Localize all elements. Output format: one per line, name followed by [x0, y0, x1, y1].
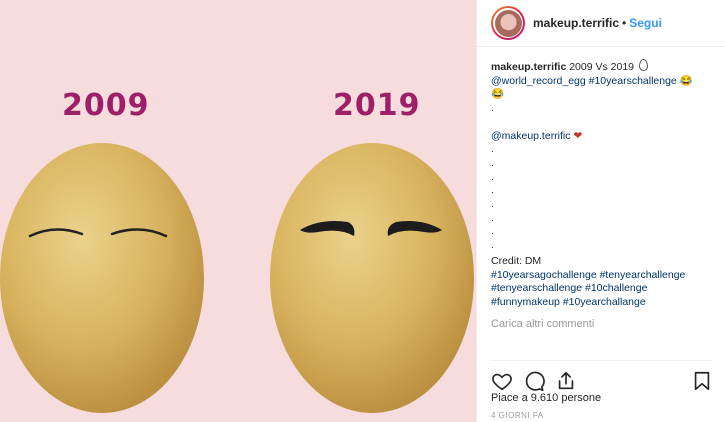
bookmark-icon[interactable]	[691, 370, 713, 392]
year-label-right: 2019	[333, 88, 421, 123]
follow-button[interactable]: Segui	[629, 16, 662, 30]
year-label-left: 2009	[62, 88, 150, 123]
dot-line: .	[491, 198, 494, 211]
post-sidebar: makeup.terrific • Segui makeup.terrific …	[476, 0, 725, 422]
avatar-photo	[494, 9, 522, 37]
dot-line: .	[491, 239, 494, 252]
dot-line: .	[491, 156, 494, 169]
caption-username[interactable]: makeup.terrific	[491, 61, 566, 73]
hashtags-line-1[interactable]: #10yearsagochallenge #tenyearchallenge	[491, 269, 685, 281]
dot-line: .	[491, 184, 494, 197]
post-image[interactable]: 2009 2019	[0, 0, 476, 422]
share-icon[interactable]	[555, 370, 577, 392]
mention-link[interactable]: @makeup.terrific	[491, 130, 571, 142]
dot-line: .	[491, 225, 494, 238]
dot-line: .	[491, 143, 494, 156]
laugh-emoji-icon: 😂	[679, 74, 693, 87]
heart-icon: ❤	[573, 129, 583, 142]
comment-icon[interactable]	[523, 370, 545, 392]
hashtags-line-2[interactable]: #tenyearschallenge #10challenge	[491, 282, 647, 294]
action-bar	[491, 360, 713, 396]
post-header: makeup.terrific • Segui	[477, 0, 725, 47]
separator-dot: •	[622, 16, 627, 30]
credit-text: Credit: DM	[491, 254, 542, 267]
load-more-comments[interactable]: Carica altri commenti	[491, 318, 711, 332]
hashtags-line-3[interactable]: #funnymakeup #10yearchallange	[491, 296, 646, 308]
egg-right	[270, 143, 474, 413]
username-link[interactable]: makeup.terrific	[533, 16, 619, 30]
caption-line-2[interactable]: @world_record_egg #10yearschallenge	[491, 75, 677, 87]
dot-line: .	[491, 102, 494, 115]
egg-icon	[638, 59, 648, 71]
laugh-emoji-icon: 😂	[491, 88, 505, 101]
dot-line: .	[491, 211, 494, 224]
eggs-illustration	[0, 143, 474, 413]
caption-text: 2009 Vs 2019	[569, 61, 635, 73]
instagram-post: 2009 2019 makeup.terrific • Segui makeup…	[0, 0, 725, 422]
dot-line: .	[491, 170, 494, 183]
caption-area: makeup.terrific 2009 Vs 2019 @world_reco…	[477, 47, 725, 331]
likes-count[interactable]: Piace a 9.610 persone	[491, 392, 601, 404]
heart-icon[interactable]	[491, 370, 513, 392]
post-timestamp[interactable]: 4 GIORNI FA	[491, 411, 544, 420]
egg-left	[0, 143, 204, 413]
avatar[interactable]	[491, 6, 525, 40]
